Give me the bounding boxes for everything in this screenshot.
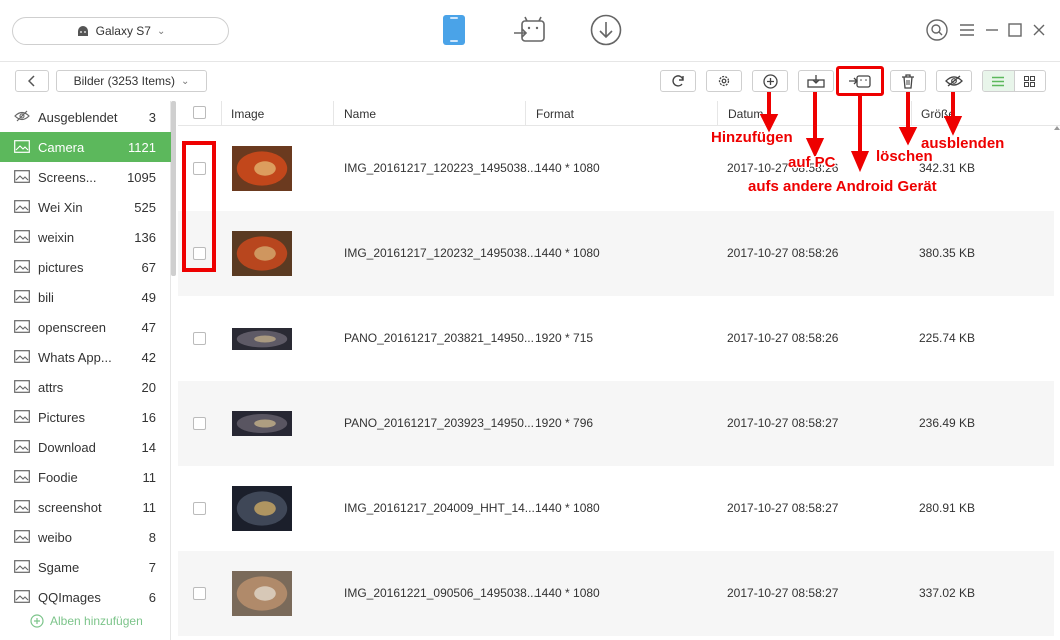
annotation-add: Hinzufügen: [711, 129, 793, 146]
annotation-to-android: aufs andere Android Gerät: [748, 178, 937, 195]
annotation-hide: ausblenden: [921, 135, 1005, 152]
annotation-to-pc: auf PC: [788, 154, 836, 171]
annotation-arrows: [759, 92, 963, 173]
app-window: Galaxy S7 ⌄ Bilder (3253 Items) ⌄ Ausgeb…: [0, 0, 1060, 640]
